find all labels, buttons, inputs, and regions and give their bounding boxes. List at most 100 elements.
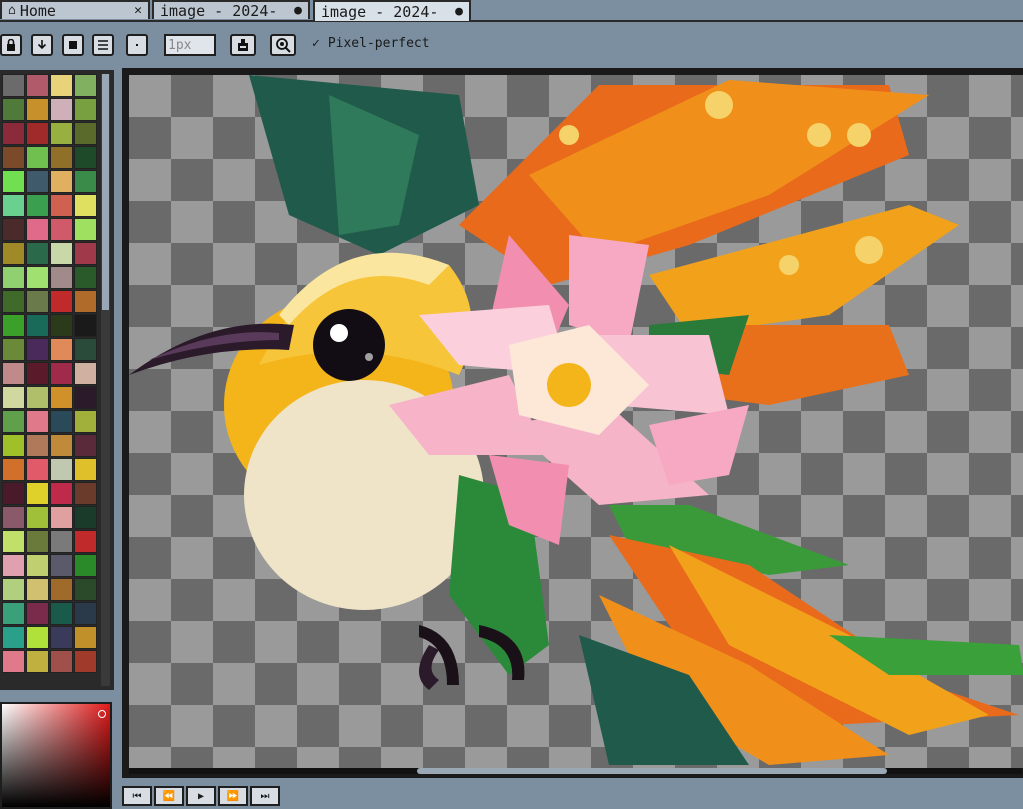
palette-swatch[interactable]: [26, 314, 49, 337]
palette-swatch[interactable]: [2, 530, 25, 553]
palette-swatch[interactable]: [74, 434, 97, 457]
palette-swatch[interactable]: [50, 146, 73, 169]
palette-swatch[interactable]: [26, 650, 49, 673]
palette-swatch[interactable]: [26, 530, 49, 553]
palette-swatch[interactable]: [50, 314, 73, 337]
palette-swatch[interactable]: [50, 458, 73, 481]
palette-swatch[interactable]: [2, 506, 25, 529]
palette-swatch[interactable]: [74, 554, 97, 577]
palette-swatch[interactable]: [74, 626, 97, 649]
palette-swatch[interactable]: [2, 266, 25, 289]
palette-swatch[interactable]: [2, 458, 25, 481]
palette-swatch[interactable]: [50, 410, 73, 433]
palette-swatch[interactable]: [50, 626, 73, 649]
palette-swatch[interactable]: [74, 242, 97, 265]
palette-swatch[interactable]: [50, 386, 73, 409]
palette-swatch[interactable]: [50, 242, 73, 265]
palette-swatch[interactable]: [50, 98, 73, 121]
palette-swatch[interactable]: [50, 218, 73, 241]
palette-swatch[interactable]: [26, 506, 49, 529]
palette-swatch[interactable]: [2, 146, 25, 169]
palette-swatch[interactable]: [2, 122, 25, 145]
palette-swatch[interactable]: [50, 650, 73, 673]
canvas-scrollbar-thumb[interactable]: [417, 768, 887, 774]
palette-swatch[interactable]: [2, 170, 25, 193]
drawing-canvas[interactable]: [129, 75, 1023, 768]
palette-swatch[interactable]: [2, 242, 25, 265]
palette-swatch[interactable]: [74, 578, 97, 601]
color-picker-marker[interactable]: [98, 710, 106, 718]
last-frame-button[interactable]: ⏭: [250, 786, 280, 806]
next-frame-button[interactable]: ⏩: [218, 786, 248, 806]
tab-image-1[interactable]: image - 2024- ●: [152, 0, 310, 19]
palette-swatch[interactable]: [74, 194, 97, 217]
menu-button[interactable]: [92, 34, 114, 56]
palette-swatch[interactable]: [26, 98, 49, 121]
palette-swatch[interactable]: [74, 650, 97, 673]
palette-swatch[interactable]: [2, 578, 25, 601]
tab-home[interactable]: ⌂ Home ✕: [0, 0, 150, 19]
palette-swatch[interactable]: [74, 170, 97, 193]
palette-swatch[interactable]: [2, 650, 25, 673]
previous-frame-button[interactable]: ⏪: [154, 786, 184, 806]
stop-button[interactable]: [62, 34, 84, 56]
palette-swatch[interactable]: [2, 314, 25, 337]
palette-swatch[interactable]: [2, 98, 25, 121]
palette-swatch[interactable]: [50, 362, 73, 385]
palette-swatch[interactable]: [2, 554, 25, 577]
palette-swatch[interactable]: [26, 218, 49, 241]
palette-swatch[interactable]: [50, 482, 73, 505]
palette-swatch[interactable]: [50, 338, 73, 361]
zoom-button[interactable]: [270, 34, 296, 56]
first-frame-button[interactable]: ⏮: [122, 786, 152, 806]
palette-swatch[interactable]: [50, 578, 73, 601]
palette-swatch[interactable]: [26, 410, 49, 433]
palette-swatch[interactable]: [74, 362, 97, 385]
palette-swatch[interactable]: [74, 386, 97, 409]
palette-swatch[interactable]: [26, 386, 49, 409]
close-icon[interactable]: ✕: [134, 3, 142, 18]
palette-swatch[interactable]: [26, 194, 49, 217]
palette-swatch[interactable]: [74, 98, 97, 121]
palette-swatch[interactable]: [26, 626, 49, 649]
color-picker[interactable]: [0, 702, 112, 809]
palette-swatch[interactable]: [74, 458, 97, 481]
palette-swatch[interactable]: [74, 290, 97, 313]
palette-swatch[interactable]: [74, 482, 97, 505]
palette-swatch[interactable]: [74, 602, 97, 625]
palette-swatch[interactable]: [74, 530, 97, 553]
unsaved-dot-icon[interactable]: ●: [455, 4, 463, 19]
palette-swatch[interactable]: [26, 434, 49, 457]
palette-swatch[interactable]: [26, 338, 49, 361]
palette-swatch[interactable]: [50, 194, 73, 217]
canvas-horizontal-scrollbar[interactable]: [129, 768, 1022, 774]
palette-swatch[interactable]: [2, 290, 25, 313]
palette-swatch[interactable]: [50, 122, 73, 145]
palette-swatch[interactable]: [50, 530, 73, 553]
unsaved-dot-icon[interactable]: ●: [294, 3, 302, 18]
palette-swatch[interactable]: [2, 338, 25, 361]
palette-swatch[interactable]: [74, 218, 97, 241]
palette-swatch[interactable]: [26, 362, 49, 385]
palette-swatch[interactable]: [26, 602, 49, 625]
palette-swatch[interactable]: [2, 74, 25, 97]
palette-swatch[interactable]: [26, 554, 49, 577]
brush-size-input[interactable]: [164, 34, 216, 56]
lock-button[interactable]: [0, 34, 22, 56]
palette-swatch[interactable]: [74, 74, 97, 97]
palette-swatch[interactable]: [50, 74, 73, 97]
palette-scrollbar-thumb[interactable]: [102, 74, 109, 310]
palette-swatch[interactable]: [50, 602, 73, 625]
palette-swatch[interactable]: [26, 170, 49, 193]
palette-swatch[interactable]: [50, 170, 73, 193]
tab-image-2[interactable]: image - 2024- ●: [313, 0, 471, 21]
palette-swatch[interactable]: [2, 386, 25, 409]
palette-swatch[interactable]: [26, 266, 49, 289]
palette-swatch[interactable]: [2, 434, 25, 457]
pixel-perfect-toggle[interactable]: ✓ Pixel-perfect: [312, 36, 430, 51]
palette-swatch[interactable]: [26, 146, 49, 169]
palette-swatch[interactable]: [2, 602, 25, 625]
palette-swatch[interactable]: [26, 578, 49, 601]
palette-swatch[interactable]: [74, 266, 97, 289]
palette-swatch[interactable]: [50, 290, 73, 313]
